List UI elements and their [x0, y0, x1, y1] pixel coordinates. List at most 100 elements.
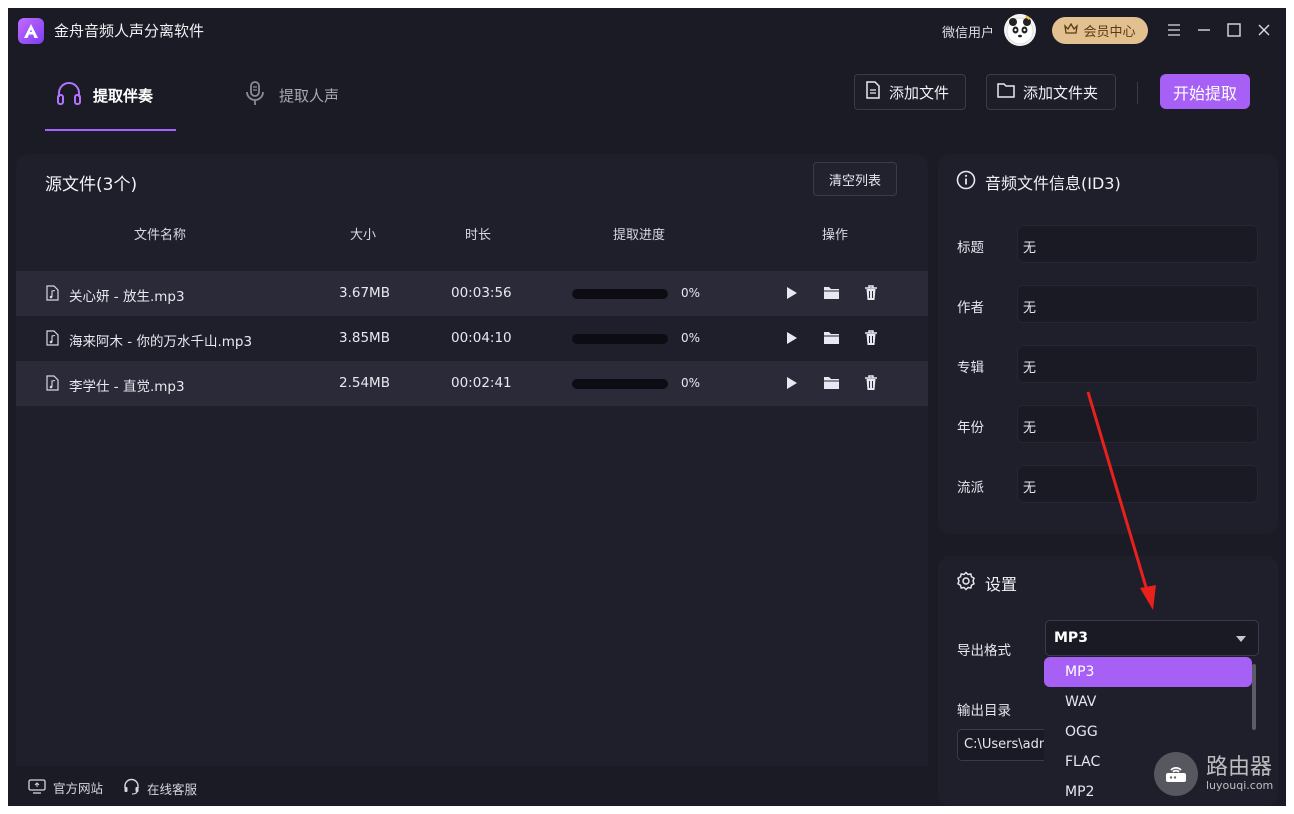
- official-website-label: 官方网站: [53, 781, 104, 796]
- file-duration: 00:04:10: [451, 330, 512, 346]
- progress-bar: [572, 379, 668, 389]
- album-field[interactable]: 无: [1017, 345, 1258, 383]
- genre-field[interactable]: 无: [1017, 465, 1258, 503]
- settings-title: 设置: [985, 575, 1018, 594]
- delete-icon[interactable]: [862, 284, 880, 302]
- info-icon: [956, 170, 976, 194]
- headphones-icon: [55, 79, 83, 111]
- folder-icon: [997, 82, 1015, 102]
- app-logo-icon: [18, 18, 44, 44]
- export-format-select[interactable]: MP3: [1045, 620, 1259, 656]
- artist-label: 作者: [957, 300, 984, 316]
- id3-panel-title: 音频文件信息(ID3): [985, 174, 1121, 193]
- progress-text: 0%: [681, 286, 701, 300]
- id3-info-panel: 音频文件信息(ID3) 标题 无 作者 无 专辑 无 年份 无 流派 无: [938, 154, 1278, 534]
- year-label: 年份: [957, 420, 984, 436]
- open-folder-icon[interactable]: [822, 374, 840, 392]
- vip-center-button[interactable]: 会员中心: [1052, 17, 1148, 44]
- format-option-mp3[interactable]: MP3: [1044, 657, 1252, 687]
- watermark-domain: luyouqi.com: [1206, 779, 1274, 792]
- delete-icon[interactable]: [862, 374, 880, 392]
- open-folder-icon[interactable]: [822, 329, 840, 347]
- title-bar: 金舟音频人声分离软件 微信用户 会员中心: [8, 8, 1286, 54]
- table-row[interactable]: 李学仕 - 直觉.mp3 2.54MB 00:02:41 0%: [16, 361, 928, 406]
- file-duration: 00:02:41: [451, 375, 512, 391]
- delete-icon[interactable]: [862, 329, 880, 347]
- progress-text: 0%: [681, 331, 701, 345]
- progress-bar: [572, 289, 668, 299]
- album-label: 专辑: [957, 360, 984, 376]
- chevron-down-icon: [1236, 636, 1246, 642]
- active-tab-indicator: [45, 129, 176, 131]
- tab-extract-vocals[interactable]: 提取人声: [241, 72, 339, 118]
- gear-icon: [956, 571, 976, 595]
- add-file-label: 添加文件: [889, 83, 950, 102]
- vip-center-label: 会员中心: [1083, 25, 1136, 40]
- app-window: 金舟音频人声分离软件 微信用户 会员中心 提取伴奏 提取人声 添加文件 添加文件…: [8, 8, 1286, 806]
- maximize-icon[interactable]: [1224, 20, 1244, 40]
- genre-label: 流派: [957, 480, 984, 496]
- watermark-name: 路由器: [1206, 755, 1273, 780]
- file-name: 李学仕 - 直觉.mp3: [69, 379, 185, 395]
- progress-bar: [572, 334, 668, 344]
- play-icon[interactable]: [783, 374, 801, 392]
- add-file-button[interactable]: 添加文件: [854, 74, 966, 110]
- file-name: 关心妍 - 放生.mp3: [69, 289, 185, 305]
- file-duration: 00:03:56: [451, 285, 512, 301]
- source-files-panel: 源文件(3个) 清空列表 文件名称 大小 时长 提取进度 操作 关心妍 - 放生…: [16, 154, 928, 766]
- add-folder-label: 添加文件夹: [1023, 83, 1099, 102]
- title-field[interactable]: 无: [1017, 225, 1258, 263]
- progress-text: 0%: [681, 376, 701, 390]
- add-folder-button[interactable]: 添加文件夹: [986, 74, 1116, 110]
- year-field[interactable]: 无: [1017, 405, 1258, 443]
- dropdown-scrollbar[interactable]: [1252, 664, 1256, 730]
- online-support-link[interactable]: 在线客服: [123, 778, 197, 798]
- app-title: 金舟音频人声分离软件: [54, 22, 205, 40]
- file-size: 3.67MB: [339, 285, 390, 301]
- file-icon: [865, 81, 881, 103]
- format-option-wav[interactable]: WAV: [1044, 687, 1252, 717]
- open-folder-icon[interactable]: [822, 284, 840, 302]
- router-icon: [1154, 752, 1198, 796]
- file-name: 海来阿木 - 你的万水千山.mp3: [69, 334, 253, 350]
- export-format-value: MP3: [1054, 630, 1088, 646]
- start-extract-button[interactable]: 开始提取: [1160, 74, 1250, 109]
- audio-file-icon: [46, 285, 59, 305]
- column-header-size: 大小: [349, 228, 377, 243]
- table-row[interactable]: 海来阿木 - 你的万水千山.mp3 3.85MB 00:04:10 0%: [16, 316, 928, 361]
- avatar[interactable]: [1004, 14, 1036, 46]
- close-icon[interactable]: [1254, 20, 1274, 40]
- column-header-duration: 时长: [464, 228, 492, 243]
- source-files-title: 源文件(3个): [45, 175, 138, 195]
- toolbar-divider: [1137, 82, 1138, 104]
- monitor-icon: [28, 778, 46, 797]
- table-row[interactable]: 关心妍 - 放生.mp3 3.67MB 00:03:56 0%: [16, 271, 928, 316]
- clear-list-button[interactable]: 清空列表: [813, 162, 897, 196]
- artist-field[interactable]: 无: [1017, 285, 1258, 323]
- title-label: 标题: [957, 240, 984, 256]
- minimize-icon[interactable]: [1194, 20, 1214, 40]
- play-icon[interactable]: [783, 284, 801, 302]
- play-icon[interactable]: [783, 329, 801, 347]
- audio-file-icon: [46, 330, 59, 350]
- settings-header: 设置: [956, 571, 1017, 595]
- file-size: 3.85MB: [339, 330, 390, 346]
- online-support-label: 在线客服: [147, 781, 198, 797]
- id3-panel-header: 音频文件信息(ID3): [956, 170, 1121, 194]
- column-header-progress: 提取进度: [612, 228, 666, 243]
- column-header-actions: 操作: [821, 228, 849, 243]
- watermark: 路由器 luyouqi.com: [1154, 752, 1273, 796]
- tab-label: 提取人声: [279, 86, 340, 105]
- tab-label: 提取伴奏: [93, 86, 154, 105]
- audio-file-icon: [46, 375, 59, 395]
- tab-extract-accompaniment[interactable]: 提取伴奏: [55, 72, 153, 118]
- column-header-name: 文件名称: [133, 228, 187, 243]
- official-website-link[interactable]: 官方网站: [28, 778, 103, 797]
- menu-icon[interactable]: [1164, 20, 1184, 40]
- output-dir-field[interactable]: C:\Users\adm: [957, 729, 1057, 761]
- user-name[interactable]: 微信用户: [942, 22, 994, 41]
- headset-icon: [123, 778, 140, 798]
- crown-icon: [1064, 22, 1079, 39]
- format-option-ogg[interactable]: OGG: [1044, 717, 1252, 747]
- file-size: 2.54MB: [339, 375, 390, 391]
